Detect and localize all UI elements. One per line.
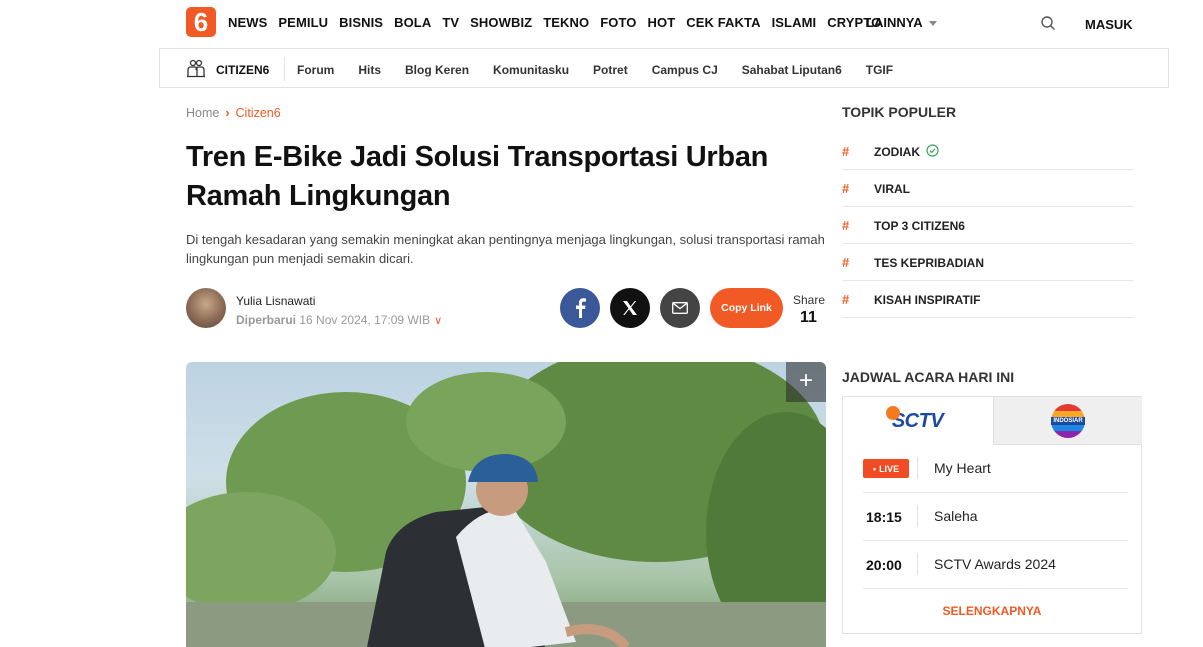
schedule-row[interactable]: 18:15 Saleha [863,493,1127,541]
subnav-divider [284,57,285,81]
nav-item-hot[interactable]: HOT [648,15,676,30]
expand-plus-icon[interactable]: + [786,362,826,402]
schedule-row[interactable]: LIVE My Heart [863,445,1127,493]
channel-tabs: SCTV INDOSIAR [843,397,1142,445]
nav-item-bola[interactable]: BOLA [394,15,431,30]
updated-label: Diperbarui [236,313,297,327]
subnav-links: Forum Hits Blog Keren Komunitasku Potret… [297,63,917,77]
sctv-logo: SCTV [885,405,944,433]
share-x-button[interactable] [610,288,650,328]
main-menu: NEWS PEMILU BISNIS BOLA TV SHOWBIZ TEKNO… [228,15,892,30]
section-subnav: CITIZEN6 Forum Hits Blog Keren Komunitas… [159,48,1169,88]
author-avatar[interactable] [186,288,226,328]
program-time: 18:15 [866,509,902,525]
share-email-button[interactable] [660,288,700,328]
hashtag-icon: # [842,292,850,307]
article-lead: Di tengah kesadaran yang semakin meningk… [186,232,825,266]
topik-item[interactable]: # ZODIAK [842,133,1134,170]
article-title: Tren E-Bike Jadi Solusi Transportasi Urb… [186,141,769,212]
article-hero-image[interactable]: + [186,362,826,647]
share-count: 11 [800,309,817,326]
topik-item[interactable]: # TES KEPRIBADIAN [842,244,1134,281]
topik-label: ZODIAK [874,145,920,159]
see-more-schedule-link[interactable]: SELENGKAPNYA [843,604,1141,618]
schedule-divider [917,553,918,575]
liputan6-logo[interactable]: 6 [186,7,216,37]
nav-item-tekno[interactable]: TEKNO [543,15,589,30]
subnav-item-blog-keren[interactable]: Blog Keren [405,63,469,77]
nav-item-cek-fakta[interactable]: CEK FAKTA [686,15,760,30]
verified-check-icon [926,144,939,157]
subnav-item-tgif[interactable]: TGIF [866,63,893,77]
tv-schedule-widget: SCTV INDOSIAR LIVE My Heart 18:15 Saleha… [842,396,1142,634]
author-name[interactable]: Yulia Lisnawati [236,294,315,308]
breadcrumb-home[interactable]: Home [186,106,219,120]
more-menu-label: LAINNYA [866,15,923,30]
nav-item-bisnis[interactable]: BISNIS [339,15,383,30]
subnav-item-komunitasku[interactable]: Komunitasku [493,63,569,77]
topik-label: KISAH INSPIRATIF [874,293,981,307]
nav-item-tv[interactable]: TV [442,15,459,30]
mail-icon [672,302,688,314]
schedule-divider [917,505,918,527]
program-time: 20:00 [866,557,902,573]
nav-item-pemilu[interactable]: PEMILU [278,15,328,30]
article-update-info[interactable]: Diperbarui 16 Nov 2024, 17:09 WIB ∨ [236,313,442,327]
search-icon[interactable] [1040,15,1056,31]
nav-item-foto[interactable]: FOTO [600,15,636,30]
topik-item[interactable]: # KISAH INSPIRATIF [842,281,1134,318]
jadwal-acara-title: JADWAL ACARA HARI INI [842,369,1015,385]
live-badge: LIVE [863,459,909,478]
program-name: My Heart [934,460,991,476]
tab-sctv[interactable]: SCTV [843,397,992,445]
hashtag-icon: # [842,181,850,196]
program-name: SCTV Awards 2024 [934,556,1056,572]
subnav-item-forum[interactable]: Forum [297,63,334,77]
hashtag-icon: # [842,255,850,270]
subnav-item-sahabat-liputan6[interactable]: Sahabat Liputan6 [742,63,842,77]
copy-link-button[interactable]: Copy Link [710,288,783,328]
subnav-item-campus-cj[interactable]: Campus CJ [652,63,718,77]
subnav-item-hits[interactable]: Hits [358,63,381,77]
schedule-row[interactable]: 20:00 SCTV Awards 2024 [863,541,1127,589]
sctv-logo-dot [885,405,900,420]
hero-photo-illustration [186,362,826,647]
section-name[interactable]: CITIZEN6 [216,63,269,77]
indosiar-logo-text: INDOSIAR [1051,416,1085,425]
topik-label: TOP 3 CITIZEN6 [874,219,965,233]
share-label: Share [793,293,826,307]
hashtag-icon: # [842,218,850,233]
x-logo-icon [623,301,637,315]
share-facebook-button[interactable] [560,288,600,328]
nav-item-islami[interactable]: ISLAMI [772,15,817,30]
subnav-item-potret[interactable]: Potret [593,63,628,77]
nav-item-showbiz[interactable]: SHOWBIZ [470,15,532,30]
topik-label: VIRAL [874,182,910,196]
more-menu-button[interactable]: LAINNYA [866,15,937,30]
topik-item[interactable]: # TOP 3 CITIZEN6 [842,207,1134,244]
hashtag-icon: # [842,144,850,159]
program-name: Saleha [934,508,978,524]
chevron-down-icon [928,21,937,27]
chevron-down-icon: ∨ [434,315,443,327]
tab-indosiar[interactable]: INDOSIAR [993,397,1142,445]
nav-item-news[interactable]: NEWS [228,15,267,30]
facebook-icon [576,298,586,318]
breadcrumb-current[interactable]: Citizen6 [236,106,281,120]
login-button[interactable]: MASUK [1085,17,1133,32]
indosiar-logo: INDOSIAR [1051,403,1085,438]
top-navigation: 6 NEWS PEMILU BISNIS BOLA TV SHOWBIZ TEK… [0,0,1203,46]
updated-date: 16 Nov 2024, 17:09 WIB [299,313,431,327]
topik-populer-list: # ZODIAK # VIRAL # TOP 3 CITIZEN6 # TES … [842,133,1134,318]
chevron-right-icon: › [225,106,230,120]
topik-item[interactable]: # VIRAL [842,170,1134,207]
schedule-divider [917,457,918,479]
citizen-people-icon [187,59,205,78]
breadcrumb: Home › Citizen6 [186,106,281,120]
topik-populer-title: TOPIK POPULER [842,104,957,120]
topik-label: TES KEPRIBADIAN [874,256,985,270]
